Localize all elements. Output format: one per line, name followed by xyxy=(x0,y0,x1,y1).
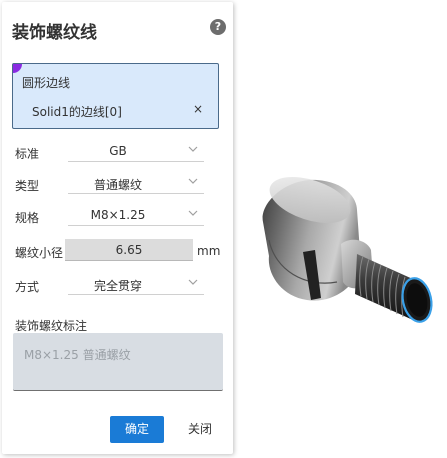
ok-button[interactable]: 确定 xyxy=(110,416,164,443)
edge-selection-box[interactable]: 圆形边线 Solid1的边线[0] × xyxy=(12,63,219,129)
active-marker xyxy=(13,64,22,73)
3d-bolt-model[interactable] xyxy=(245,170,445,340)
annotation-label: 装饰螺纹标注 xyxy=(15,319,88,333)
help-icon[interactable]: ? xyxy=(210,19,226,35)
chevron-down-icon xyxy=(188,210,198,216)
method-value: 完全贯穿 xyxy=(93,279,142,293)
method-select[interactable]: 完全贯穿 xyxy=(68,275,204,295)
cosmetic-thread-panel: 装饰螺纹线 ? 圆形边线 Solid1的边线[0] × 标准 GB 类型 普通螺… xyxy=(2,2,233,454)
standard-value: GB xyxy=(109,144,127,158)
unit-label: mm xyxy=(197,244,221,258)
minor-diameter-label: 螺纹小径 xyxy=(15,246,64,260)
minor-diameter-input[interactable]: 6.65 xyxy=(65,239,193,261)
minor-diameter-value: 6.65 xyxy=(115,243,143,257)
chevron-down-icon xyxy=(188,146,198,152)
annotation-placeholder: M8×1.25 普通螺纹 xyxy=(24,348,131,362)
panel-title: 装饰螺纹线 xyxy=(12,23,97,43)
chevron-down-icon xyxy=(188,178,198,184)
size-value: M8×1.25 xyxy=(90,208,146,222)
selected-edge[interactable]: Solid1的边线[0] xyxy=(32,103,122,120)
annotation-field[interactable]: M8×1.25 普通螺纹 xyxy=(13,333,223,391)
close-icon[interactable]: × xyxy=(193,102,203,116)
chevron-down-icon xyxy=(188,279,198,285)
standard-label: 标准 xyxy=(15,147,40,161)
type-label: 类型 xyxy=(15,179,40,193)
selection-label: 圆形边线 xyxy=(22,76,71,90)
type-select[interactable]: 普通螺纹 xyxy=(68,174,204,194)
size-select[interactable]: M8×1.25 xyxy=(68,206,204,226)
method-label: 方式 xyxy=(15,280,40,294)
type-value: 普通螺纹 xyxy=(93,178,142,192)
size-label: 规格 xyxy=(15,211,40,225)
close-button[interactable]: 关闭 xyxy=(178,416,222,443)
standard-select[interactable]: GB xyxy=(68,142,204,162)
